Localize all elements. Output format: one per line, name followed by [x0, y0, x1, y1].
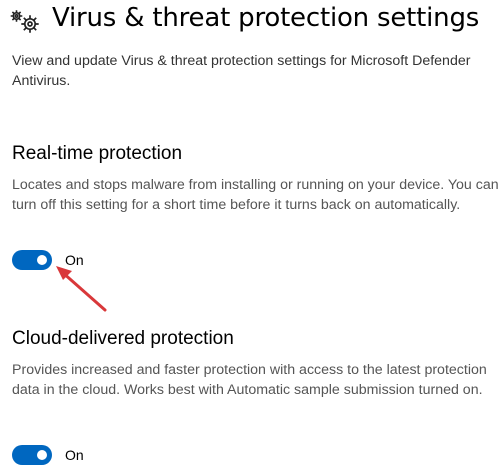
section-title-cloud-delivered-protection: Cloud-delivered protection: [12, 328, 234, 349]
cloud-delivered-protection-toggle-label: On: [65, 447, 84, 463]
page-title: Virus & threat protection settings: [52, 3, 480, 33]
section-title-real-time-protection: Real-time protection: [12, 143, 183, 164]
annotation-arrow-icon: [56, 266, 107, 312]
page-description: View and update Virus & threat protectio…: [12, 53, 471, 89]
real-time-protection-toggle[interactable]: [12, 250, 52, 270]
toggle-knob: [37, 255, 47, 265]
cloud-delivered-protection-toggle[interactable]: [12, 445, 52, 465]
toggle-knob: [37, 450, 47, 460]
section-description-real-time-protection: Locates and stops malware from installin…: [12, 177, 499, 213]
gear-icon: [10, 10, 39, 33]
section-description-cloud-delivered-protection: Provides increased and faster protection…: [12, 362, 487, 398]
